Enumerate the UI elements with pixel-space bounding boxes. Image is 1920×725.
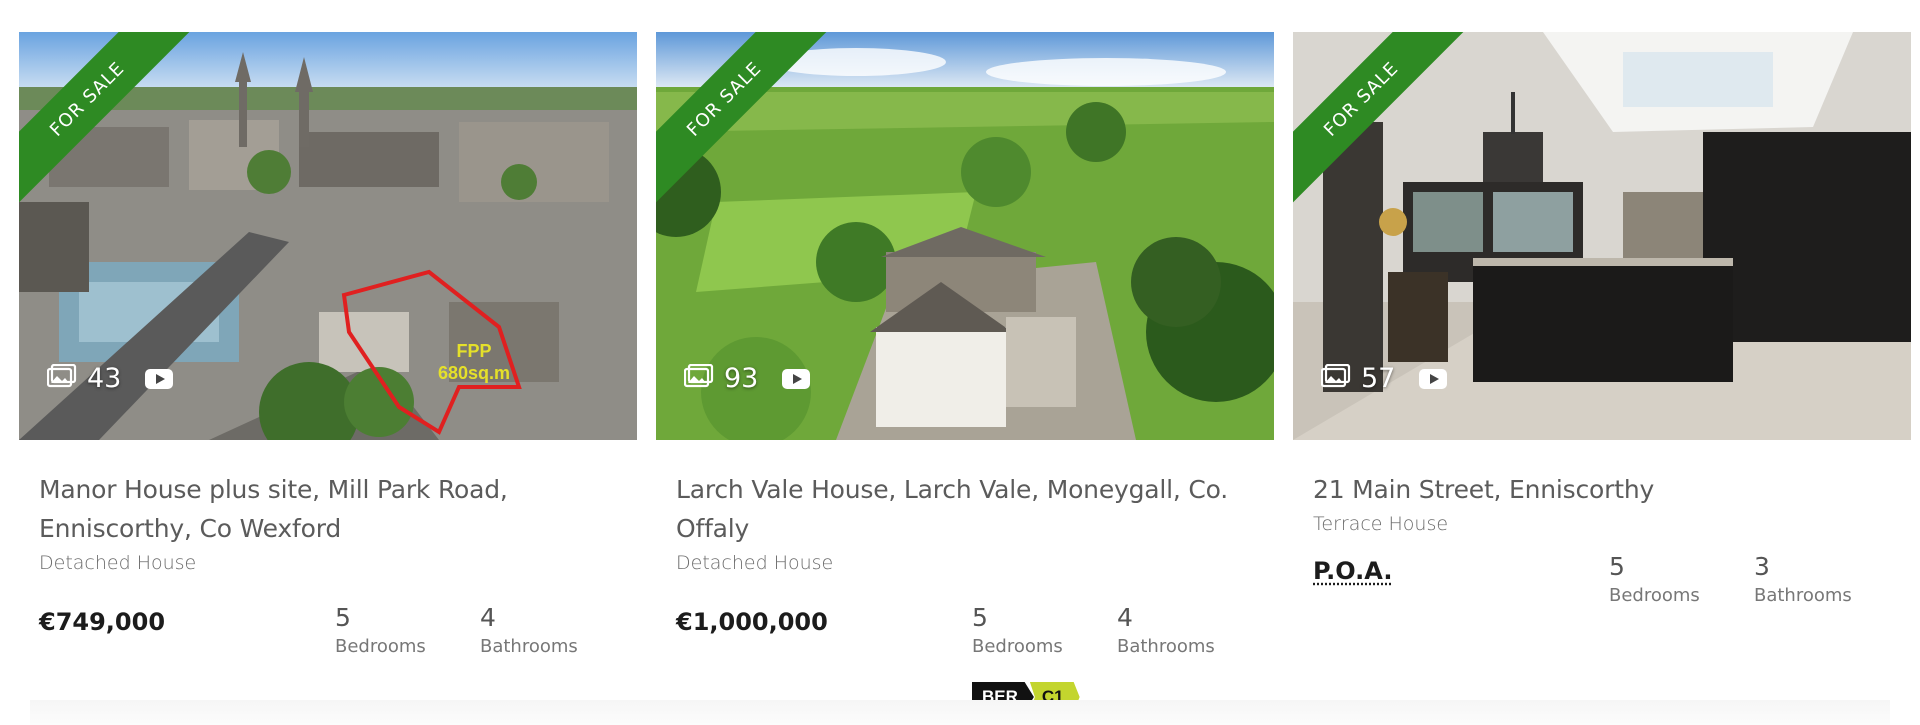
- youtube-icon[interactable]: [145, 369, 173, 389]
- listing-photo[interactable]: FOR SALE 93: [656, 32, 1274, 440]
- media-counter[interactable]: 93: [684, 363, 810, 394]
- listing-price: €749,000: [39, 608, 165, 636]
- bedrooms-count: 5: [335, 600, 426, 636]
- property-type: Detached House: [39, 548, 617, 578]
- area-label: 680sq.m: [438, 363, 510, 383]
- gallery-icon[interactable]: [684, 364, 714, 393]
- photo-count: 93: [724, 363, 758, 394]
- bedrooms-label: Bedrooms: [972, 636, 1063, 657]
- bedrooms-count: 5: [1609, 549, 1700, 585]
- gallery-icon[interactable]: [47, 364, 77, 393]
- bathrooms-label: Bathrooms: [1754, 585, 1852, 606]
- media-counter[interactable]: 43: [47, 363, 173, 394]
- bathrooms-stat: 4 Bathrooms: [1117, 600, 1215, 657]
- bedrooms-stat: 5 Bedrooms: [972, 600, 1063, 657]
- bathrooms-label: Bathrooms: [1117, 636, 1215, 657]
- listing-card[interactable]: FPP 680sq.m FOR SALE 43 Manor House plus…: [19, 32, 637, 680]
- card-shadow: [30, 700, 1890, 725]
- photo-count: 43: [87, 363, 121, 394]
- fpp-label: FPP: [456, 341, 491, 361]
- media-counter[interactable]: 57: [1321, 363, 1447, 394]
- gallery-icon[interactable]: [1321, 364, 1351, 393]
- youtube-icon[interactable]: [782, 369, 810, 389]
- bathrooms-count: 4: [1117, 600, 1215, 636]
- listing-photo[interactable]: FOR SALE 57: [1293, 32, 1911, 440]
- bedrooms-stat: 5 Bedrooms: [1609, 549, 1700, 606]
- bedrooms-label: Bedrooms: [1609, 585, 1700, 606]
- price-on-application-link[interactable]: P.O.A.: [1313, 557, 1392, 585]
- youtube-icon[interactable]: [1419, 369, 1447, 389]
- listing-title[interactable]: Manor House plus site, Mill Park Road, E…: [39, 470, 617, 548]
- bathrooms-stat: 4 Bathrooms: [480, 600, 578, 657]
- listing-card[interactable]: FOR SALE 57 21 Main Street, Enniscorthy …: [1293, 32, 1911, 641]
- bathrooms-stat: 3 Bathrooms: [1754, 549, 1852, 606]
- bathrooms-count: 3: [1754, 549, 1852, 585]
- property-type: Terrace House: [1313, 509, 1891, 539]
- bedrooms-count: 5: [972, 600, 1063, 636]
- bathrooms-count: 4: [480, 600, 578, 636]
- bedrooms-label: Bedrooms: [335, 636, 426, 657]
- bathrooms-label: Bathrooms: [480, 636, 578, 657]
- property-type: Detached House: [676, 548, 1254, 578]
- bedrooms-stat: 5 Bedrooms: [335, 600, 426, 657]
- listing-photo[interactable]: FPP 680sq.m FOR SALE 43: [19, 32, 637, 440]
- listing-title[interactable]: 21 Main Street, Enniscorthy: [1313, 470, 1891, 509]
- listing-card[interactable]: FOR SALE 93 Larch Vale House, Larch Vale…: [656, 32, 1274, 680]
- listing-title[interactable]: Larch Vale House, Larch Vale, Moneygall,…: [676, 470, 1254, 548]
- photo-count: 57: [1361, 363, 1395, 394]
- listing-price: €1,000,000: [676, 608, 828, 636]
